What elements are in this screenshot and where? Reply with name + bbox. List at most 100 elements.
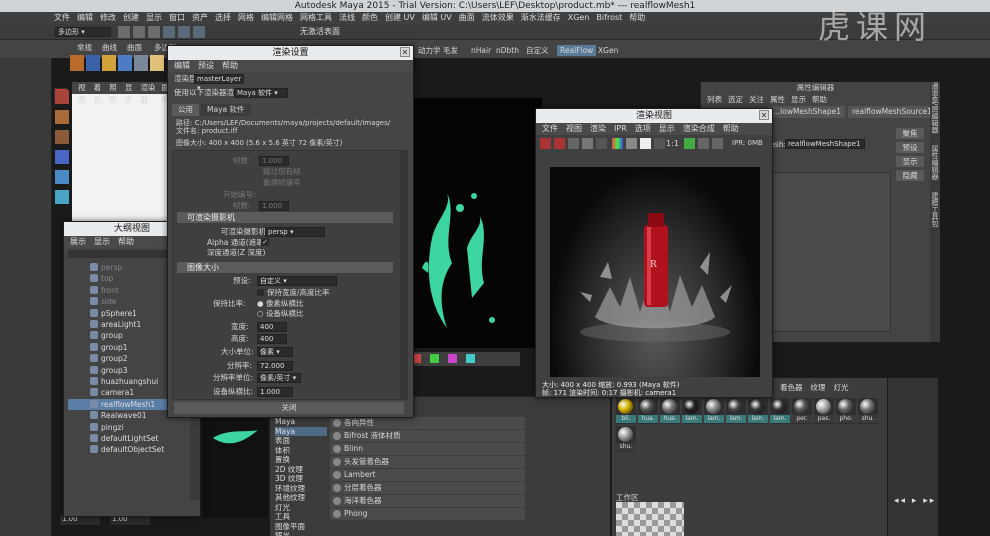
render-view-menu-item-1[interactable]: 视图: [566, 123, 582, 135]
main-menu-item-11[interactable]: 法线: [339, 12, 355, 24]
attribute-editor-menu-item-3[interactable]: 属性: [770, 94, 785, 106]
shelf-tab-9[interactable]: nDbth: [493, 45, 522, 56]
cube-shelf-icon[interactable]: [86, 55, 100, 71]
ratio-button[interactable]: 1:1: [666, 137, 679, 150]
render-view-menu-item-7[interactable]: 帮助: [723, 123, 739, 135]
right-tab-1[interactable]: 属性编辑器: [931, 145, 939, 180]
size-units-dropdown[interactable]: 像素 ▾: [257, 347, 293, 357]
render-settings-menu-item-2[interactable]: 帮助: [222, 60, 238, 72]
alpha-checkbox[interactable]: ✓: [261, 238, 269, 246]
material-swatch[interactable]: bli.: [616, 398, 636, 424]
node-category-item[interactable]: 置换: [275, 455, 327, 465]
camera-dropdown[interactable]: persp ▾: [265, 227, 325, 237]
rgb-channel-icon[interactable]: [612, 138, 623, 149]
node-name-field[interactable]: realflowMeshShape1: [785, 139, 865, 149]
hypershade-tab-0[interactable]: 着色器: [780, 382, 803, 393]
remove-image-icon[interactable]: [698, 138, 709, 149]
height-field[interactable]: 400: [257, 334, 287, 344]
resolution-field[interactable]: 72.000: [257, 361, 293, 371]
material-swatch[interactable]: lam.: [770, 398, 790, 424]
shader-list-item[interactable]: Bifrost 液体材质: [330, 430, 525, 442]
node-category-item[interactable]: 灯光: [275, 503, 327, 513]
panel-menu-item-4[interactable]: 渲染器: [140, 82, 156, 104]
save-scene-icon[interactable]: [148, 26, 160, 38]
main-menu-item-2[interactable]: 修改: [100, 12, 116, 24]
material-swatch[interactable]: per.: [792, 398, 812, 424]
close-icon[interactable]: ✕: [759, 110, 769, 120]
shader-list-item[interactable]: 分层着色器: [330, 482, 525, 494]
torus-shelf-icon[interactable]: [150, 55, 164, 71]
attribute-editor-tab-1[interactable]: realflowMeshSource1: [847, 106, 936, 118]
hide-button[interactable]: 隐藏: [896, 170, 924, 181]
hypershade-tab-1[interactable]: 纹理: [811, 382, 826, 393]
right-tab-2[interactable]: 建模工具包: [931, 192, 939, 227]
shader-list-item[interactable]: Phong: [330, 508, 525, 520]
render-settings-menu-item-0[interactable]: 编辑: [174, 60, 190, 72]
width-field[interactable]: 400: [257, 322, 287, 332]
shader-list-item[interactable]: 海洋着色器: [330, 495, 525, 507]
panel-menu-item-0[interactable]: 视图: [78, 82, 89, 104]
main-menu-item-15[interactable]: 曲面: [459, 12, 475, 24]
panel-menu-item-3[interactable]: 显示: [125, 82, 136, 104]
close-icon[interactable]: ✕: [400, 47, 410, 57]
refresh-icon[interactable]: [582, 138, 593, 149]
ratio-device-radio[interactable]: ○ 设备纵横比: [257, 308, 403, 319]
main-menu-item-18[interactable]: XGen: [568, 12, 590, 24]
shelf-tab-1[interactable]: 曲线: [99, 42, 120, 53]
zoom-icon[interactable]: [654, 138, 665, 149]
snapshot-icon[interactable]: [448, 354, 457, 363]
main-menu-item-3[interactable]: 创建: [123, 12, 139, 24]
render-view-menu-item-0[interactable]: 文件: [542, 123, 558, 135]
render-view-menu-item-3[interactable]: IPR: [614, 123, 627, 135]
node-category-item[interactable]: 3D 纹理: [275, 474, 327, 484]
outliner-menu-item-2[interactable]: 帮助: [118, 236, 134, 248]
snap-grid-icon[interactable]: [178, 26, 190, 38]
snapshot-icon[interactable]: [568, 138, 579, 149]
panel-menu-item-2[interactable]: 照明: [109, 82, 120, 104]
attribute-editor-menu-item-2[interactable]: 关注: [749, 94, 764, 106]
device-ratio-field[interactable]: 1.000: [257, 387, 293, 397]
shelf-tab-7[interactable]: 毛发: [440, 45, 461, 56]
main-menu-item-16[interactable]: 流体效果: [482, 12, 514, 24]
main-menu-item-19[interactable]: Bifrost: [596, 12, 622, 24]
node-category-item[interactable]: Maya: [275, 417, 327, 427]
node-category-item[interactable]: 工具: [275, 512, 327, 522]
node-category-item[interactable]: Maya: [275, 426, 327, 436]
node-category-item[interactable]: 表面: [275, 436, 327, 446]
show-button[interactable]: 显示: [896, 156, 924, 167]
shelf-tab-8[interactable]: nHair: [468, 45, 494, 56]
open-scene-icon[interactable]: [133, 26, 145, 38]
main-menu-item-10[interactable]: 网格工具: [300, 12, 332, 24]
tab-maya-software[interactable]: Maya 软件: [201, 104, 251, 116]
shelf-tab-0[interactable]: 常规: [74, 42, 95, 53]
attribute-editor-menu-item-4[interactable]: 显示: [791, 94, 806, 106]
right-tab-0[interactable]: 通道盒/层编辑器: [931, 82, 939, 133]
node-category-item[interactable]: 2D 纹理: [275, 465, 327, 475]
paint-tool-icon[interactable]: [55, 130, 69, 144]
perspective-viewport[interactable]: [412, 98, 542, 348]
sphere-shelf-icon[interactable]: [70, 55, 84, 71]
attribute-editor-menu-item-0[interactable]: 列表: [707, 94, 722, 106]
render-settings-scrollbar[interactable]: [400, 150, 408, 400]
shelf-tab-2[interactable]: 曲面: [124, 42, 145, 53]
panel-menu-item-1[interactable]: 着色: [94, 82, 105, 104]
cylinder-shelf-icon[interactable]: [102, 55, 116, 71]
main-menu-item-17[interactable]: 渐水法缓存: [521, 12, 561, 24]
material-swatch[interactable]: lam.: [748, 398, 768, 424]
outliner-item[interactable]: defaultObjectSet: [68, 444, 186, 455]
main-menu-item-7[interactable]: 选择: [215, 12, 231, 24]
render-view-menu-item-2[interactable]: 渲染: [590, 123, 606, 135]
outliner-menu-item-0[interactable]: 展示: [70, 236, 86, 248]
shelf-tab-11[interactable]: RealFlow: [557, 45, 597, 56]
mode-dropdown[interactable]: 多边形 ▾: [55, 27, 111, 37]
node-category-item[interactable]: 其他纹理: [275, 493, 327, 503]
presets-button[interactable]: 预设: [896, 142, 924, 153]
slider-icon[interactable]: [712, 138, 723, 149]
render-region-icon[interactable]: [554, 138, 565, 149]
move-tool-icon[interactable]: [55, 150, 69, 164]
focus-button[interactable]: 聚焦: [896, 128, 924, 139]
material-swatch[interactable]: shu.: [616, 426, 636, 452]
main-menu-item-13[interactable]: 创建 UV: [385, 12, 415, 24]
attribute-editor-menu-item-5[interactable]: 帮助: [812, 94, 827, 106]
close-button[interactable]: 关闭: [174, 402, 404, 414]
